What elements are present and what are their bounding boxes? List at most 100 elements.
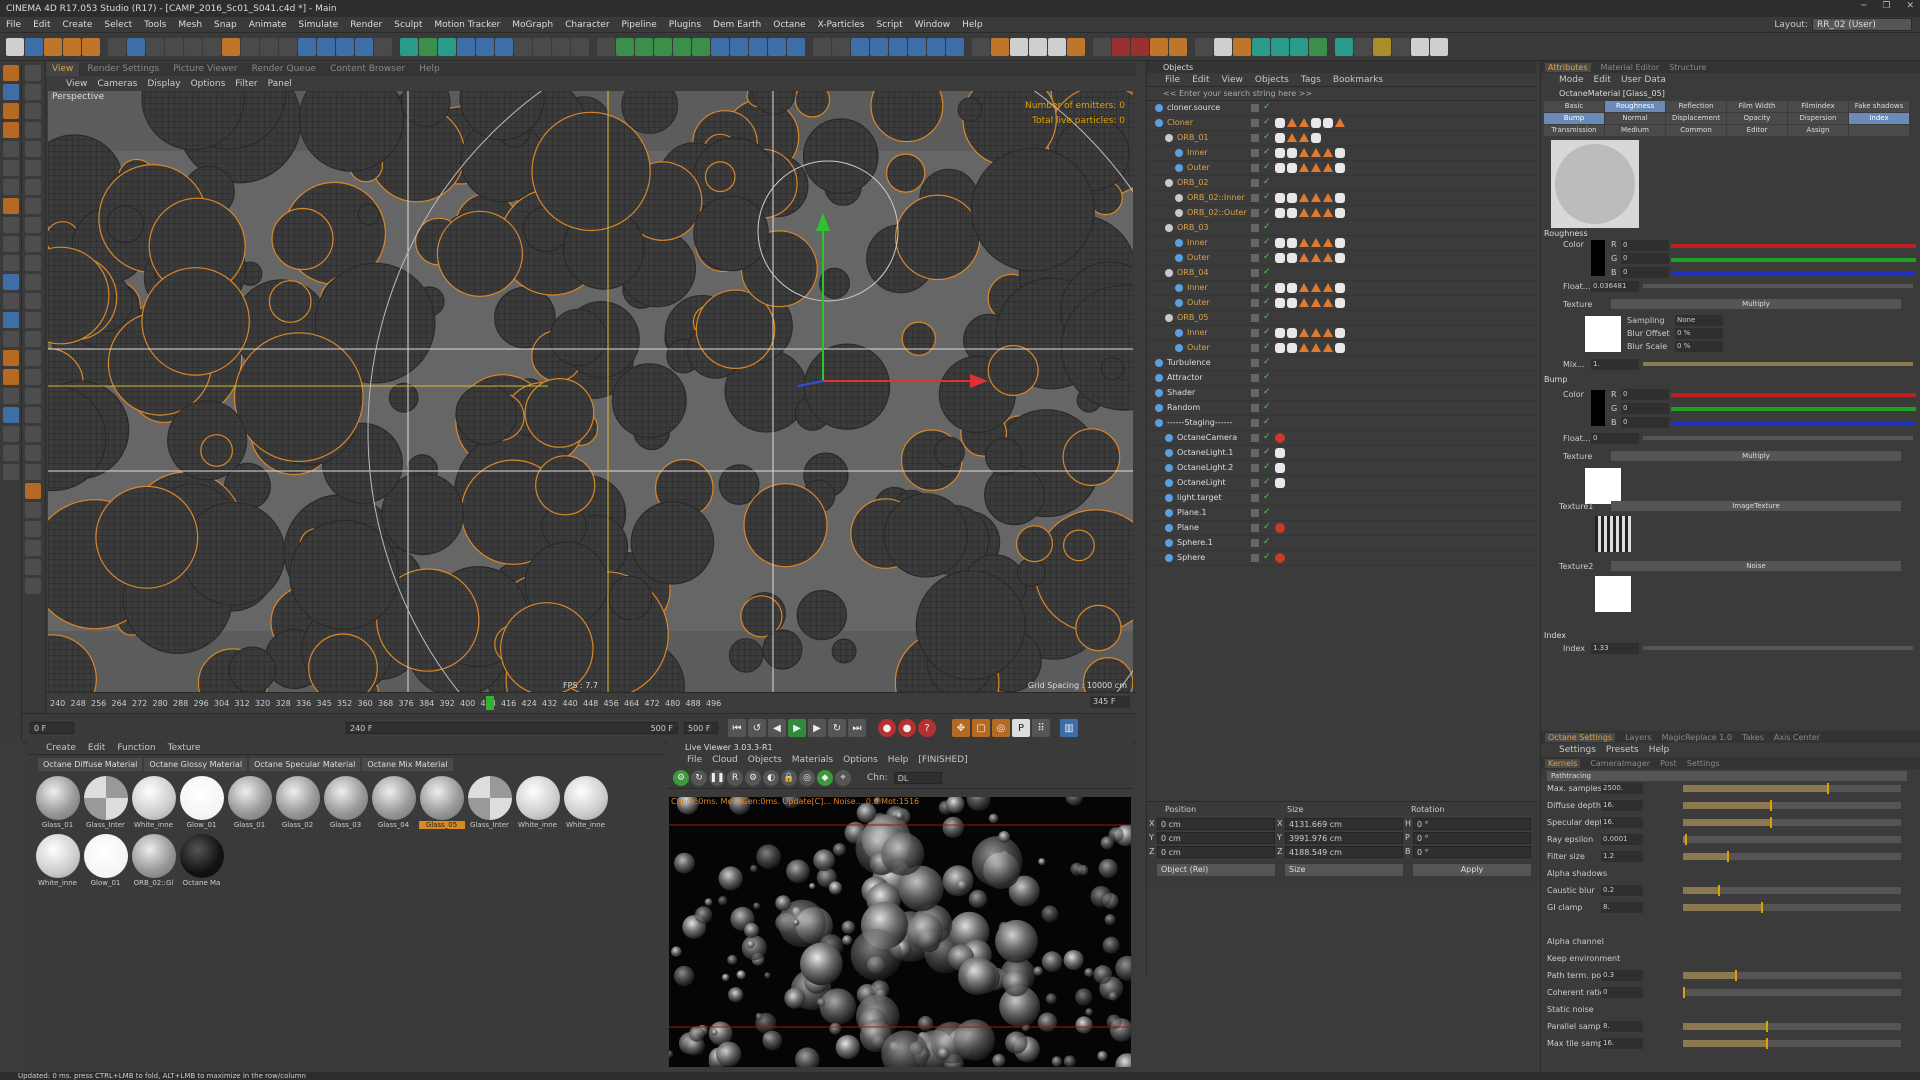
octane-tab-axis-center[interactable]: Axis Center xyxy=(1774,733,1820,742)
enabled-check-icon[interactable]: ✓ xyxy=(1263,117,1271,127)
left-tool2-2-icon[interactable] xyxy=(25,103,41,119)
menu-mesh[interactable]: Mesh xyxy=(172,17,208,33)
apply-button[interactable]: Apply xyxy=(1413,864,1531,876)
menu-mograph[interactable]: MoGraph xyxy=(506,17,559,33)
toolbar-tool-7-icon[interactable] xyxy=(146,38,164,56)
material-swatch[interactable]: White_inne xyxy=(34,834,81,891)
toolbar-tool-26-icon[interactable] xyxy=(514,38,532,56)
menu-render[interactable]: Render xyxy=(344,17,388,33)
attr-menu-user-data[interactable]: User Data xyxy=(1621,75,1666,85)
object-name[interactable]: OctaneCamera xyxy=(1177,433,1237,442)
kernel-param-field[interactable]: 16. xyxy=(1601,800,1643,811)
toolbar-tool-46-icon[interactable] xyxy=(908,38,926,56)
left-tool-9-icon[interactable] xyxy=(3,236,19,252)
toolbar-tool-58-icon[interactable] xyxy=(1150,38,1168,56)
toolbar-tool-72-icon[interactable] xyxy=(1430,38,1448,56)
toolbar-tool-51-icon[interactable] xyxy=(1010,38,1028,56)
size-mode-dropdown[interactable]: Size xyxy=(1285,864,1403,876)
toolbar-tool-11-icon[interactable] xyxy=(222,38,240,56)
toolbar-tool-33-icon[interactable] xyxy=(654,38,672,56)
left-tool2-6-icon[interactable] xyxy=(25,179,41,195)
left-tool2-3-icon[interactable] xyxy=(25,122,41,138)
kernel-param-field[interactable]: 0 xyxy=(1601,987,1643,998)
channel-tab-displacement[interactable]: Displacement xyxy=(1666,113,1726,124)
roughness-b-field[interactable]: 0 xyxy=(1621,267,1669,278)
object-tag-icon[interactable] xyxy=(1275,433,1285,443)
visibility-toggle[interactable] xyxy=(1251,389,1259,397)
toolbar-tool-44-icon[interactable] xyxy=(870,38,888,56)
material-menu-edit[interactable]: Edit xyxy=(88,743,105,753)
left-tool-8-icon[interactable] xyxy=(3,217,19,233)
object-row[interactable]: Outer ✓ xyxy=(1147,161,1536,176)
enabled-check-icon[interactable]: ✓ xyxy=(1263,447,1271,457)
material-swatch[interactable]: ORB_02::Gl xyxy=(130,834,177,891)
object-row[interactable]: light.target ✓ xyxy=(1147,491,1536,506)
left-tool-0-icon[interactable] xyxy=(3,65,19,81)
pin-icon[interactable]: ◆ xyxy=(817,769,833,786)
left-tool2-17-icon[interactable] xyxy=(25,388,41,404)
toolbar-tool-17-icon[interactable] xyxy=(336,38,354,56)
menu-select[interactable]: Select xyxy=(98,17,138,33)
toolbar-tool-55-icon[interactable] xyxy=(1093,38,1111,56)
object-tag-icon[interactable] xyxy=(1335,163,1345,173)
toolbar-tool-50-icon[interactable] xyxy=(991,38,1009,56)
kernel-param-slider[interactable] xyxy=(1683,1021,1901,1032)
left-tool2-7-icon[interactable] xyxy=(25,198,41,214)
object-row[interactable]: Outer ✓ xyxy=(1147,296,1536,311)
rotation-b-field[interactable]: 0 ° xyxy=(1413,846,1531,858)
toolbar-tool-62-icon[interactable] xyxy=(1233,38,1251,56)
autokey-icon[interactable]: ● xyxy=(898,719,916,737)
object-row[interactable]: ORB_02 ✓ xyxy=(1147,176,1536,191)
tab-help[interactable]: Help xyxy=(413,62,446,76)
object-name[interactable]: Inner xyxy=(1187,328,1208,337)
left-tool2-9-icon[interactable] xyxy=(25,236,41,252)
object-name[interactable]: Random xyxy=(1167,403,1200,412)
next-key-icon[interactable]: ↻ xyxy=(828,719,846,737)
object-tag-icon[interactable] xyxy=(1323,208,1333,217)
viewport-menu-options[interactable]: Options xyxy=(191,79,226,89)
left-tool-11-icon[interactable] xyxy=(3,274,19,290)
channel-tab-filmindex[interactable]: Filmindex xyxy=(1788,101,1848,112)
object-tag-icon[interactable] xyxy=(1335,118,1345,127)
visibility-toggle[interactable] xyxy=(1251,344,1259,352)
visibility-toggle[interactable] xyxy=(1251,359,1259,367)
object-tag-icon[interactable] xyxy=(1299,328,1309,337)
toolbar-tool-36-icon[interactable] xyxy=(711,38,729,56)
enabled-check-icon[interactable]: ✓ xyxy=(1263,237,1271,247)
object-tag-icon[interactable] xyxy=(1275,343,1285,353)
keyframe-help-icon[interactable]: ? xyxy=(918,719,936,737)
toolbar-tool-14-icon[interactable] xyxy=(279,38,297,56)
attr-menu-edit[interactable]: Edit xyxy=(1594,75,1611,85)
channel-tab-film-width[interactable]: Film Width xyxy=(1727,101,1787,112)
enabled-check-icon[interactable]: ✓ xyxy=(1263,192,1271,202)
object-name[interactable]: Outer xyxy=(1187,298,1210,307)
toolbar-tool-65-icon[interactable] xyxy=(1290,38,1308,56)
channel-tab-transmission[interactable]: Transmission xyxy=(1544,125,1604,136)
toolbar-tool-2-icon[interactable] xyxy=(44,38,62,56)
menu-create[interactable]: Create xyxy=(57,17,99,33)
toolbar-tool-31-icon[interactable] xyxy=(616,38,634,56)
object-search-input[interactable]: << Enter your search string here >> xyxy=(1147,87,1536,101)
menu-window[interactable]: Window xyxy=(909,17,957,33)
scale-key-icon[interactable]: ▢ xyxy=(972,719,990,737)
enabled-check-icon[interactable]: ✓ xyxy=(1263,432,1271,442)
toolbar-tool-13-icon[interactable] xyxy=(260,38,278,56)
object-tag-icon[interactable] xyxy=(1287,133,1297,142)
menu-edit[interactable]: Edit xyxy=(27,17,56,33)
object-name[interactable]: ORB_01 xyxy=(1177,133,1209,142)
octane-menu-help[interactable]: Help xyxy=(1649,745,1670,755)
enabled-check-icon[interactable]: ✓ xyxy=(1263,267,1271,277)
left-tool-3-icon[interactable] xyxy=(3,122,19,138)
next-frame-icon[interactable]: ▶ xyxy=(808,719,826,737)
material-swatch[interactable]: Glass_01 xyxy=(226,776,273,833)
menu-x-particles[interactable]: X-Particles xyxy=(812,17,871,33)
object-tag-icon[interactable] xyxy=(1299,253,1309,262)
toolbar-tool-23-icon[interactable] xyxy=(457,38,475,56)
object-tag-icon[interactable] xyxy=(1287,343,1297,353)
menu-plugins[interactable]: Plugins xyxy=(663,17,707,33)
toolbar-tool-54-icon[interactable] xyxy=(1067,38,1085,56)
enabled-check-icon[interactable]: ✓ xyxy=(1263,552,1271,562)
enabled-check-icon[interactable]: ✓ xyxy=(1263,507,1271,517)
object-tag-icon[interactable] xyxy=(1299,238,1309,247)
perspective-viewport[interactable]: Perspective Number of emitters: 0 Total … xyxy=(48,91,1133,692)
